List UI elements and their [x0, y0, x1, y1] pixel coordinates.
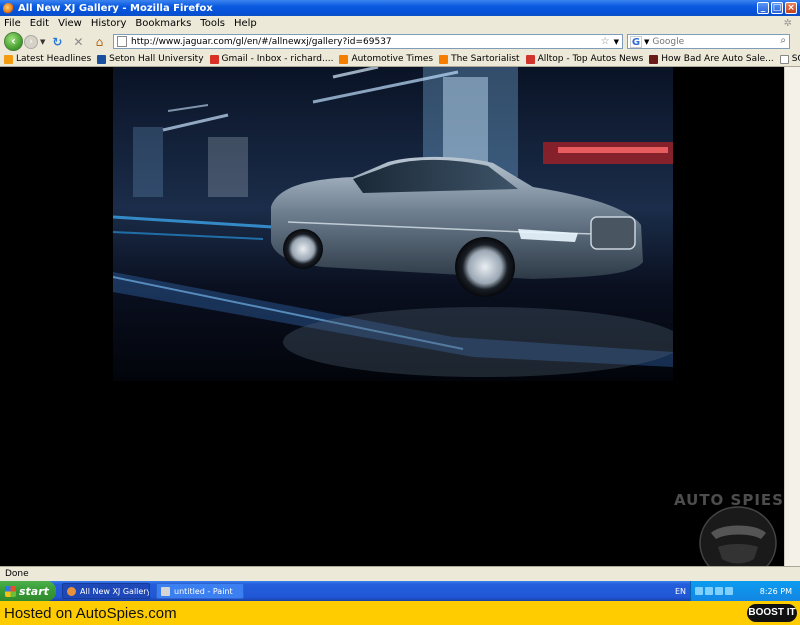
language-indicator[interactable]: EN	[675, 587, 686, 596]
windows-taskbar: start All New XJ Gallery - M... untitled…	[0, 581, 800, 601]
bookmark-item[interactable]: Alltop - Top Autos News	[525, 54, 644, 64]
menu-edit[interactable]: Edit	[30, 18, 49, 29]
car-photo[interactable]	[113, 67, 673, 381]
task-firefox[interactable]: All New XJ Gallery - M...	[62, 583, 150, 599]
forward-button[interactable]: ›	[24, 34, 38, 49]
status-text: Done	[5, 569, 29, 579]
search-bar[interactable]: G ▼ ⌕	[627, 34, 790, 49]
blogger-icon	[339, 54, 349, 64]
bookmark-label: SCOUTING NY - www.s...	[791, 54, 800, 64]
bookmark-item[interactable]: Latest Headlines	[4, 54, 91, 64]
maximize-button[interactable]: □	[771, 2, 783, 14]
search-input[interactable]	[652, 36, 773, 47]
url-dropdown-icon[interactable]: ▼	[614, 38, 619, 46]
menu-view[interactable]: View	[58, 18, 82, 29]
task-label: untitled - Paint	[174, 586, 233, 596]
bookmark-item[interactable]: How Bad Are Auto Sale...	[649, 54, 774, 64]
task-label: All New XJ Gallery - M...	[80, 586, 150, 596]
volume-icon[interactable]	[705, 587, 713, 595]
window-controls: _ □ ×	[757, 2, 797, 14]
throbber-icon: ✲	[783, 18, 792, 29]
minimize-button[interactable]: _	[757, 2, 769, 14]
home-icon[interactable]: ⌂	[91, 34, 107, 50]
menu-history[interactable]: History	[91, 18, 127, 29]
bookmark-item[interactable]: The Sartorialist	[439, 54, 520, 64]
page-icon	[117, 36, 127, 47]
navigation-toolbar: ‹ › ▼ ↻ ✕ ⌂ http://www.jaguar.com/gl/en/…	[0, 31, 800, 52]
system-tray: EN 8:26 PM	[675, 581, 800, 601]
search-engine-dropdown-icon[interactable]: ▼	[644, 38, 649, 46]
bookmark-item[interactable]: Seton Hall University	[97, 54, 204, 64]
reload-icon[interactable]: ↻	[49, 34, 65, 50]
bookmark-label: Seton Hall University	[109, 54, 204, 64]
update-icon[interactable]	[725, 587, 733, 595]
alltop-icon	[525, 54, 535, 64]
start-label: start	[19, 584, 49, 598]
back-button[interactable]: ‹	[4, 32, 23, 51]
history-dropdown-icon[interactable]: ▼	[40, 38, 45, 46]
bookmark-item[interactable]: Automotive Times	[339, 54, 433, 64]
menu-help[interactable]: Help	[234, 18, 257, 29]
page-icon	[779, 54, 789, 64]
blogger-icon	[439, 54, 449, 64]
bookmark-label: Latest Headlines	[16, 54, 92, 64]
clock[interactable]: 8:26 PM	[760, 587, 792, 596]
gmail-icon	[209, 54, 219, 64]
google-icon[interactable]: G	[630, 35, 642, 48]
bookmark-item[interactable]: SCOUTING NY - www.s...	[779, 54, 800, 64]
boost-it-button[interactable]: BOOST IT	[747, 604, 797, 622]
menu-bookmarks[interactable]: Bookmarks	[135, 18, 191, 29]
crest-icon	[97, 54, 107, 64]
paint-task-icon	[161, 586, 170, 596]
windows-flag-icon	[5, 585, 16, 597]
jaguar-xj-image	[113, 67, 673, 381]
bookmark-label: Alltop - Top Autos News	[537, 54, 644, 64]
bookmark-label: The Sartorialist	[451, 54, 520, 64]
window-title-bar[interactable]: All New XJ Gallery - Mozilla Firefox _ □…	[0, 0, 800, 16]
start-button[interactable]: start	[0, 581, 56, 601]
firefox-icon	[3, 2, 14, 14]
hosted-banner: Hosted on AutoSpies.com BOOST IT	[0, 601, 800, 625]
menu-bar: File Edit View History Bookmarks Tools H…	[0, 16, 800, 31]
menu-file[interactable]: File	[4, 18, 21, 29]
window-title: All New XJ Gallery - Mozilla Firefox	[18, 2, 213, 14]
rss-icon	[4, 54, 13, 64]
stop-icon[interactable]: ✕	[70, 34, 86, 50]
site-icon	[649, 54, 659, 64]
bookmark-star-icon[interactable]: ☆	[601, 36, 610, 47]
security-icon[interactable]	[715, 587, 723, 595]
bookmark-label: Automotive Times	[351, 54, 434, 64]
bookmark-item[interactable]: Gmail - Inbox - richard....	[209, 54, 334, 64]
close-button[interactable]: ×	[785, 2, 797, 14]
menu-tools[interactable]: Tools	[200, 18, 225, 29]
search-icon[interactable]: ⌕	[780, 35, 786, 46]
task-paint[interactable]: untitled - Paint	[156, 583, 244, 599]
status-bar: Done	[0, 566, 800, 581]
firefox-task-icon	[67, 586, 76, 596]
hosted-text[interactable]: Hosted on AutoSpies.com	[4, 605, 177, 622]
url-bar[interactable]: http://www.jaguar.com/gl/en/#/allnewxj/g…	[113, 34, 623, 49]
network-icon[interactable]	[695, 587, 703, 595]
bookmark-label: Gmail - Inbox - richard....	[221, 54, 334, 64]
bookmarks-toolbar: Latest Headlines Seton Hall University Gma…	[0, 52, 800, 67]
bookmark-label: How Bad Are Auto Sale...	[661, 54, 774, 64]
url-text[interactable]: http://www.jaguar.com/gl/en/#/allnewxj/g…	[131, 37, 601, 47]
